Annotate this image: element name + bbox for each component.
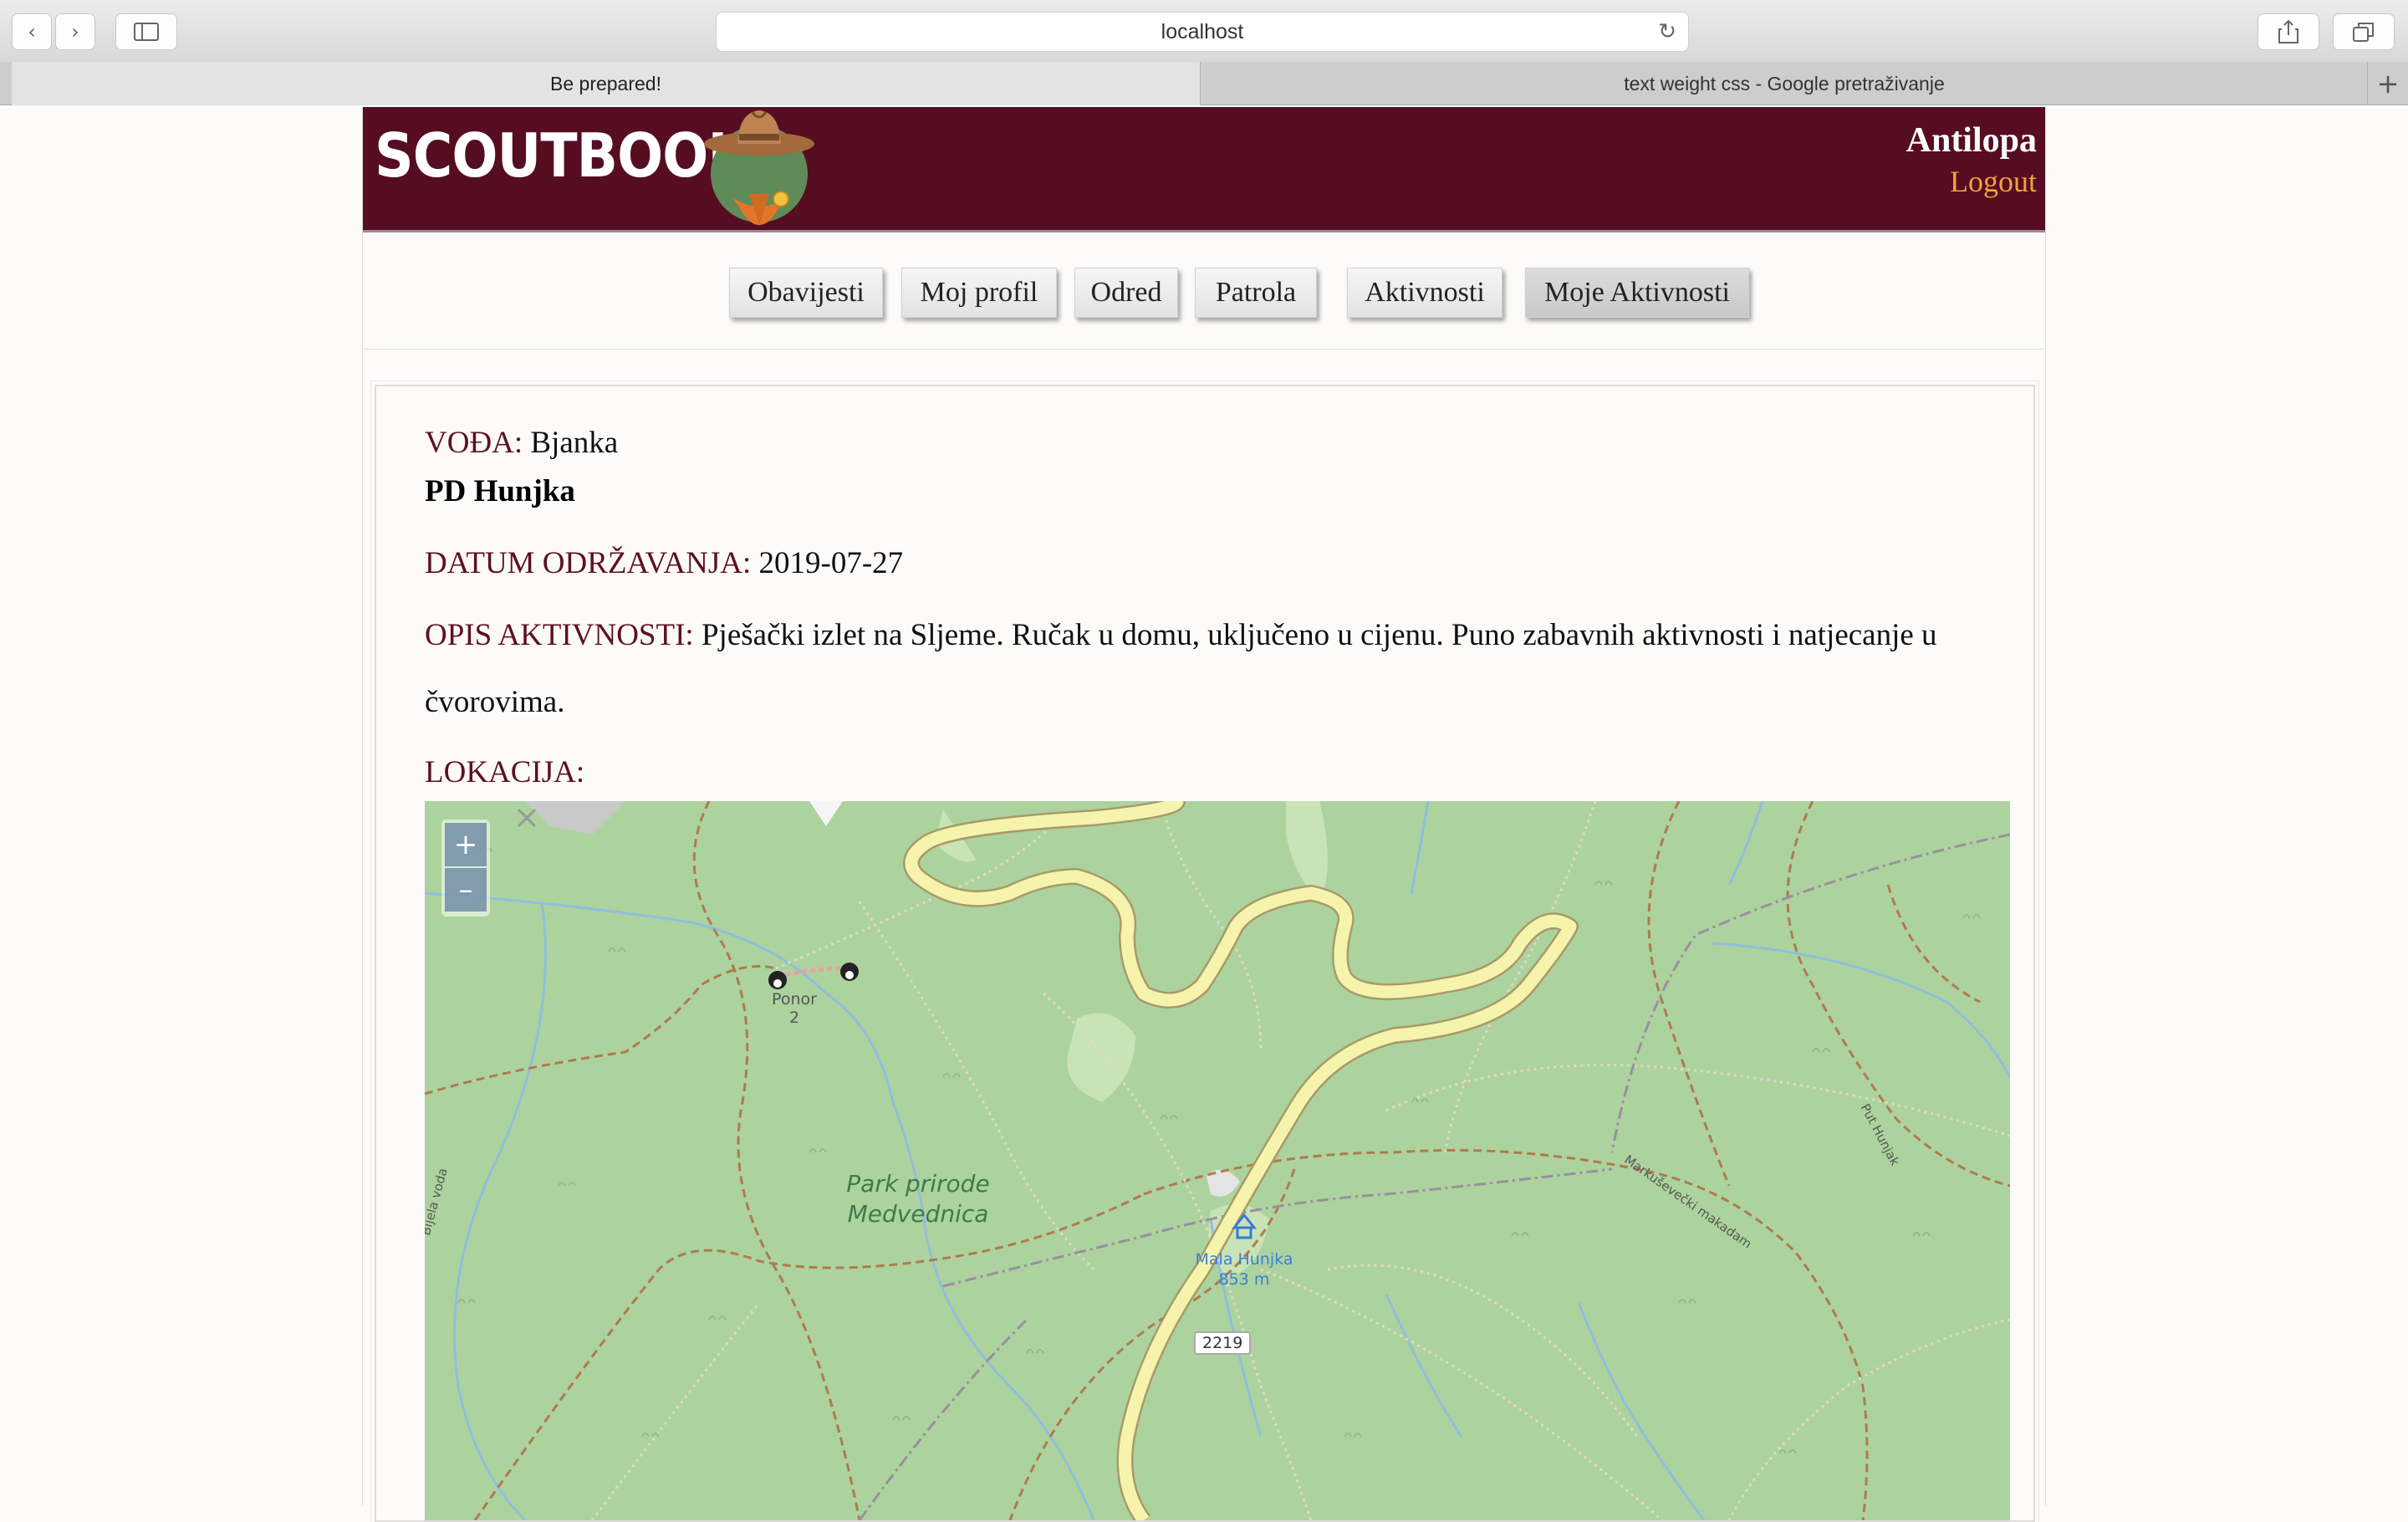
page-container: SCOUTBOOK Antilopa Logout Obavijesti Moj… bbox=[362, 105, 2046, 1522]
road-number-badge: 2219 bbox=[1194, 1331, 1252, 1355]
share-icon bbox=[2278, 19, 2298, 43]
tabs-icon bbox=[2353, 23, 2374, 42]
zoom-out-button[interactable]: – bbox=[445, 868, 487, 912]
activity-title: PD Hunjka bbox=[425, 474, 575, 508]
leader-row: VOĐA: Bjanka bbox=[425, 425, 618, 461]
cave-label: Ponor 2 bbox=[761, 990, 828, 1027]
tabs-overview-button[interactable] bbox=[2333, 13, 2395, 50]
date-label: DATUM ODRŽAVANJA: bbox=[425, 546, 752, 580]
park-label: Park prirode Medvednica bbox=[834, 1169, 1002, 1229]
menu-item-odred[interactable]: Odred bbox=[1074, 268, 1178, 318]
chevron-right-icon: › bbox=[71, 20, 79, 43]
peak-name: Mala Hunjka bbox=[1195, 1250, 1293, 1269]
url-text: localhost bbox=[1161, 19, 1244, 43]
reload-icon[interactable]: ↻ bbox=[1658, 19, 1676, 44]
peak-label: Mala Hunjka 853 m bbox=[1177, 1249, 1311, 1290]
forward-button[interactable]: › bbox=[55, 13, 95, 50]
sidebar-icon bbox=[134, 23, 159, 41]
main-menu: Obavijesti Moj profil Odred Patrola Akti… bbox=[363, 232, 2045, 350]
map-tiles bbox=[425, 801, 2010, 1520]
menu-item-aktivnosti[interactable]: Aktivnosti bbox=[1347, 268, 1502, 318]
user-name[interactable]: Antilopa bbox=[1906, 120, 2037, 161]
sidebar-toggle-button[interactable] bbox=[115, 13, 177, 50]
menu-item-obavijesti[interactable]: Obavijesti bbox=[729, 268, 883, 318]
menu-item-moj-profil[interactable]: Moj profil bbox=[901, 268, 1057, 318]
site-header: SCOUTBOOK Antilopa Logout bbox=[363, 107, 2045, 232]
tab-be-prepared[interactable]: Be prepared! bbox=[12, 62, 1201, 105]
scout-hat-logo-icon bbox=[704, 110, 814, 226]
location-label: LOKACIJA: bbox=[425, 755, 585, 789]
logout-link[interactable]: Logout bbox=[1950, 164, 2037, 199]
cave-number: 2 bbox=[788, 1009, 800, 1027]
map-zoom-control: + – bbox=[441, 820, 490, 917]
park-label-line1: Park prirode bbox=[846, 1170, 990, 1198]
tab-bar: Be prepared! text weight css - Google pr… bbox=[0, 62, 2408, 105]
date-row: DATUM ODRŽAVANJA: 2019-07-27 bbox=[425, 545, 903, 581]
cave-name: Ponor bbox=[772, 990, 817, 1009]
park-label-line2: Medvednica bbox=[847, 1200, 989, 1228]
description-label: OPIS AKTIVNOSTI: bbox=[425, 618, 694, 652]
description-row: OPIS AKTIVNOSTI: Pješački izlet na Sljem… bbox=[425, 602, 1980, 736]
peak-elevation: 853 m bbox=[1218, 1270, 1270, 1289]
tab-google-search[interactable]: text weight css - Google pretraživanje bbox=[1201, 62, 2368, 105]
address-bar[interactable]: localhost ↻ bbox=[716, 12, 1689, 52]
date-value: 2019-07-27 bbox=[758, 546, 904, 580]
new-tab-plus-icon[interactable]: + bbox=[2367, 62, 2408, 105]
menu-item-moje-aktivnosti[interactable]: Moje Aktivnosti bbox=[1525, 268, 1749, 318]
leader-label: VOĐA: bbox=[425, 426, 523, 460]
menu-item-patrola[interactable]: Patrola bbox=[1195, 268, 1317, 318]
activity-card: VOĐA: Bjanka PD Hunjka DATUM ODRŽAVANJA:… bbox=[370, 380, 2039, 1522]
chevron-left-icon: ‹ bbox=[28, 20, 36, 43]
share-button[interactable] bbox=[2258, 13, 2319, 50]
back-button[interactable]: ‹ bbox=[12, 13, 52, 50]
leader-value: Bjanka bbox=[530, 426, 619, 460]
zoom-in-button[interactable]: + bbox=[445, 823, 487, 866]
location-map[interactable]: + – Ponor 2 Park prirode Medvednica Mala… bbox=[425, 801, 2010, 1520]
brand-title[interactable]: SCOUTBOOK bbox=[375, 120, 750, 191]
browser-toolbar: ‹ › localhost ↻ bbox=[0, 0, 2408, 63]
